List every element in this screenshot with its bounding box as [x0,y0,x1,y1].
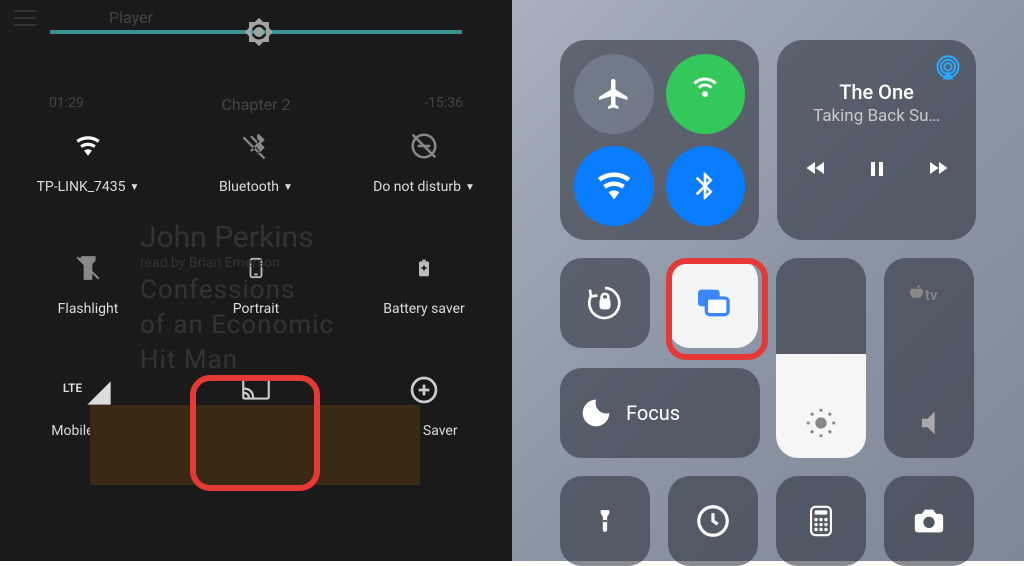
music-title: The One [791,80,962,104]
menu-icon [14,10,36,26]
connectivity-group[interactable] [560,40,759,240]
player-label: Player [109,8,153,27]
flashlight-off-icon [75,251,101,285]
highlight-cast [190,375,320,491]
timer-button[interactable] [668,476,758,566]
airplay-icon[interactable] [934,54,962,82]
brightness-icon [804,406,838,440]
lte-badge: LTE [63,381,82,395]
tile-battery-saver[interactable]: Battery saver [354,251,494,317]
flashlight-label: Flashlight [58,301,119,317]
android-quick-settings: Player 01:29 -15:36 Chapter 2 John Perki… [0,0,512,561]
bg-author: John Perkins [140,220,314,255]
battery-saver-icon [414,251,434,285]
time-elapsed: 01:29 [49,95,84,111]
ios-control-center: The One Taking Back Su… [512,0,1024,561]
tile-dnd[interactable]: Do not disturb▼ [354,129,494,195]
brightness-handle-icon[interactable] [244,17,274,47]
forward-button[interactable] [921,156,955,182]
bg-title-2: of an Economic [140,310,334,340]
apple-tv-icon: tv [907,280,951,310]
dnd-label: Do not disturb▼ [373,179,475,195]
volume-icon [912,406,946,440]
chevron-down-icon: ▼ [283,182,293,193]
brightness-slider[interactable] [50,30,462,34]
calculator-button[interactable] [776,476,866,566]
chevron-down-icon: ▼ [130,182,140,193]
flashlight-button[interactable] [560,476,650,566]
data-saver-icon [408,373,440,407]
airplane-mode-button[interactable] [574,54,654,134]
focus-button[interactable]: Focus [560,368,760,458]
music-artist: Taking Back Su… [791,106,962,126]
highlight-screen-mirroring [666,258,768,360]
bluetooth-label: Bluetooth▼ [219,179,293,195]
moon-icon [580,397,612,429]
bluetooth-off-icon [242,129,270,163]
svg-text:tv: tv [925,286,938,304]
rewind-button[interactable] [799,156,833,182]
time-remaining: -15:36 [424,95,463,111]
tile-flashlight[interactable]: Flashlight [18,251,158,317]
wifi-label: TP-LINK_7435▼ [37,179,140,195]
bg-title-3: Hit Man [140,345,238,375]
mobile-data-icon: LTE [63,373,113,407]
wifi-icon [71,129,105,163]
volume-slider[interactable]: tv [884,258,974,458]
brightness-slider[interactable] [776,258,866,458]
orientation-lock-button[interactable] [560,258,650,348]
dnd-off-icon [409,129,439,163]
chevron-down-icon: ▼ [465,182,475,193]
camera-button[interactable] [884,476,974,566]
wifi-button[interactable] [574,146,654,226]
focus-label: Focus [626,401,680,425]
bluetooth-button[interactable] [666,146,746,226]
pause-button[interactable] [865,156,889,182]
battery-saver-label: Battery saver [383,301,464,317]
cellular-data-button[interactable] [666,54,746,134]
chapter-label: Chapter 2 [221,95,290,114]
tile-wifi[interactable]: TP-LINK_7435▼ [18,129,158,195]
tile-bluetooth[interactable]: Bluetooth▼ [186,129,326,195]
music-widget[interactable]: The One Taking Back Su… [777,40,976,240]
bg-title-1: Confessions [140,275,295,305]
bg-reader: read by Brian Emerson [140,255,280,271]
